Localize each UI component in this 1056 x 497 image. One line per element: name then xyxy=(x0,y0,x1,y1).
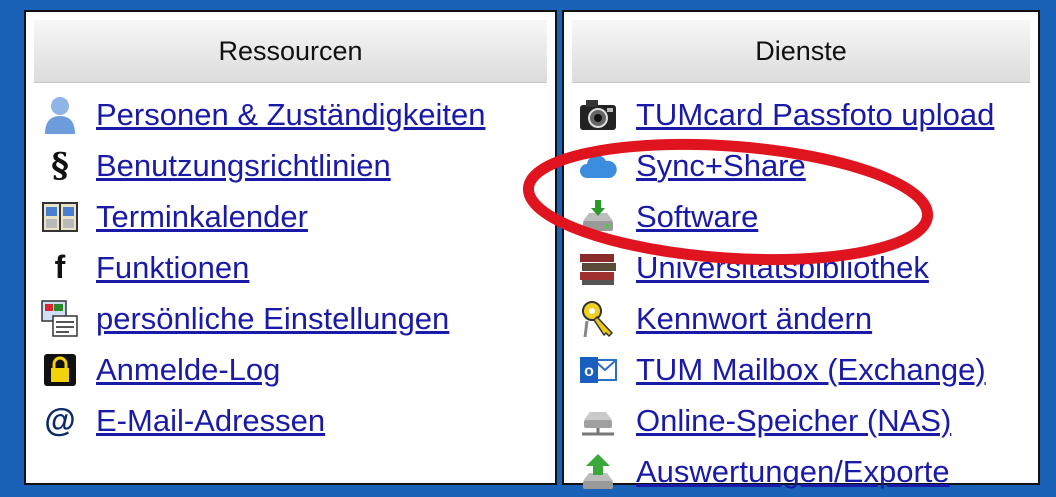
list-item: Software xyxy=(564,191,1038,242)
link-calendar[interactable]: Terminkalender xyxy=(96,199,308,235)
cloud-icon xyxy=(578,146,618,186)
link-persons[interactable]: Personen & Zuständigkeiten xyxy=(96,97,485,133)
link-online-storage[interactable]: Online-Speicher (NAS) xyxy=(636,403,951,439)
keys-icon xyxy=(578,299,618,339)
list-item: persönliche Einstellungen xyxy=(26,293,555,344)
list-item: Universitätsbibliothek xyxy=(564,242,1038,293)
resources-header: Ressourcen xyxy=(34,20,547,83)
services-panel: Dienste TUMcard Passfoto upload Sync+Sha… xyxy=(562,10,1040,489)
outlook-icon: o xyxy=(578,350,618,390)
camera-icon xyxy=(578,95,618,135)
link-login-log[interactable]: Anmelde-Log xyxy=(96,352,280,388)
calendar-icon xyxy=(40,197,80,237)
books-icon xyxy=(578,248,618,288)
list-item: Sync+Share xyxy=(564,140,1038,191)
list-item: Anmelde-Log xyxy=(26,344,555,395)
person-icon xyxy=(40,95,80,135)
resources-list: Personen & Zuständigkeiten § Benutzungsr… xyxy=(26,89,555,446)
list-item: Kennwort ändern xyxy=(564,293,1038,344)
list-item: @ E-Mail-Adressen xyxy=(26,395,555,446)
download-drive-icon xyxy=(578,197,618,237)
lock-icon xyxy=(40,350,80,390)
function-icon: f xyxy=(54,249,66,285)
svg-text:o: o xyxy=(584,363,594,380)
list-item: o TUM Mailbox (Exchange) xyxy=(564,344,1038,395)
link-software[interactable]: Software xyxy=(636,199,758,235)
list-item: TUMcard Passfoto upload xyxy=(564,89,1038,140)
list-item: Terminkalender xyxy=(26,191,555,242)
network-drive-icon xyxy=(578,401,618,441)
link-change-password[interactable]: Kennwort ändern xyxy=(636,301,872,337)
link-personal-settings[interactable]: persönliche Einstellungen xyxy=(96,301,449,337)
link-sync-share[interactable]: Sync+Share xyxy=(636,148,806,184)
link-email-addresses[interactable]: E-Mail-Adressen xyxy=(96,403,325,439)
list-item: § Benutzungsrichtlinien xyxy=(26,140,555,191)
link-tum-mailbox[interactable]: TUM Mailbox (Exchange) xyxy=(636,352,986,388)
link-usage-policies[interactable]: Benutzungsrichtlinien xyxy=(96,148,391,184)
list-item: Online-Speicher (NAS) xyxy=(564,395,1038,446)
resources-panel: Ressourcen Personen & Zuständigkeiten § … xyxy=(24,10,557,485)
settings-icon xyxy=(40,299,80,339)
export-icon xyxy=(578,452,618,492)
link-tumcard-photo[interactable]: TUMcard Passfoto upload xyxy=(636,97,994,133)
services-header: Dienste xyxy=(572,20,1030,83)
section-sign-icon: § xyxy=(51,145,69,186)
link-functions[interactable]: Funktionen xyxy=(96,250,249,286)
at-sign-icon: @ xyxy=(44,402,76,438)
list-item: Personen & Zuständigkeiten xyxy=(26,89,555,140)
services-list: TUMcard Passfoto upload Sync+Share Softw… xyxy=(564,89,1038,497)
list-item: f Funktionen xyxy=(26,242,555,293)
link-university-library[interactable]: Universitätsbibliothek xyxy=(636,250,929,286)
link-reports-exports[interactable]: Auswertungen/Exporte xyxy=(636,454,950,490)
list-item: Auswertungen/Exporte xyxy=(564,446,1038,497)
